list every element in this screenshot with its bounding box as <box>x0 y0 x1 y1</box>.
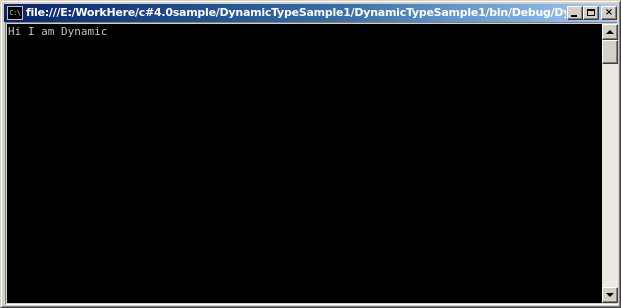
maximize-button[interactable] <box>583 6 599 20</box>
console-frame: Hi I am Dynamic <box>5 22 618 305</box>
window-title: file:///E:/WorkHere/c#4.0sample/DynamicT… <box>26 6 566 19</box>
console-window: C:\ file:///E:/WorkHere/c#4.0sample/Dyna… <box>0 0 621 308</box>
minimize-icon <box>571 15 577 17</box>
minimize-button[interactable] <box>567 6 583 20</box>
title-bar[interactable]: C:\ file:///E:/WorkHere/c#4.0sample/Dyna… <box>4 4 617 22</box>
vertical-scrollbar[interactable] <box>602 24 618 303</box>
console-output[interactable]: Hi I am Dynamic <box>7 24 602 303</box>
scroll-thumb[interactable] <box>602 40 618 64</box>
console-line: Hi I am Dynamic <box>8 25 108 38</box>
arrow-up-icon <box>606 30 614 34</box>
console-app-icon[interactable]: C:\ <box>7 6 23 20</box>
close-icon: × <box>604 7 614 18</box>
maximize-icon <box>587 9 595 16</box>
scroll-down-button[interactable] <box>602 287 618 303</box>
scroll-up-button[interactable] <box>602 24 618 40</box>
arrow-down-icon <box>606 293 614 297</box>
close-button[interactable]: × <box>601 6 617 20</box>
